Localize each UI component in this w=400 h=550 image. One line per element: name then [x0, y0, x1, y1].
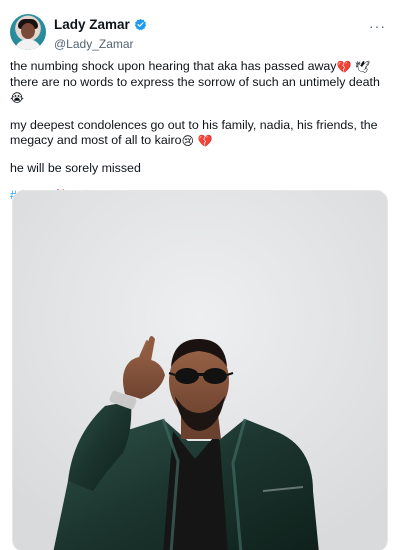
photo-illustration [13, 191, 387, 550]
avatar[interactable] [10, 14, 46, 50]
tweet-card: Lady Zamar @Lady_Zamar ··· the numbing s… [0, 0, 400, 550]
verified-badge-icon [134, 18, 146, 31]
tweet-paragraph-1: the numbing shock upon hearing that aka … [10, 59, 388, 106]
paragraph-2-text: my deepest condolences go out to his fam… [10, 117, 378, 148]
tweet-paragraph-3: he will be sorely missed [10, 160, 141, 175]
author-info[interactable]: Lady Zamar @Lady_Zamar [54, 16, 147, 51]
tweet-paragraph-2: my deepest condolences go out to his fam… [10, 118, 388, 149]
tweet-header: Lady Zamar @Lady_Zamar ··· [10, 10, 390, 51]
more-options-icon[interactable]: ··· [369, 18, 386, 34]
sad-face-emoji: 😢 [181, 134, 195, 148]
dove-emoji: 🕊 [354, 60, 371, 74]
crying-face-emoji: 😭 [10, 91, 25, 105]
paragraph-1-text: the numbing shock upon hearing that aka … [10, 59, 337, 73]
broken-heart-emoji: 💔 [336, 60, 352, 74]
paragraph-1-text-2: there are no words to express the sorrow… [10, 74, 380, 89]
broken-heart-emoji-2: 💔 [197, 134, 213, 148]
tweet-media-photo[interactable] [12, 190, 388, 550]
display-name[interactable]: Lady Zamar [54, 17, 147, 32]
handle[interactable]: @Lady_Zamar [54, 37, 147, 51]
avatar-shoulders [14, 39, 42, 50]
avatar-face [21, 23, 35, 39]
display-name-text[interactable]: Lady Zamar [54, 17, 130, 32]
